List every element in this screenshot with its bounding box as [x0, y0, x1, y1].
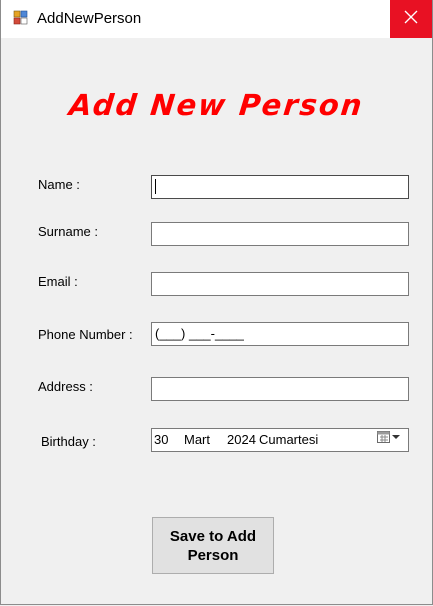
- address-label: Address :: [38, 379, 93, 394]
- address-input[interactable]: [151, 377, 409, 401]
- close-icon: [404, 10, 418, 29]
- date-weekday: Cumartesi: [259, 432, 319, 447]
- phone-masked-input[interactable]: (___) ___-____: [151, 322, 409, 346]
- save-to-add-person-button[interactable]: Save to Add Person: [152, 517, 274, 574]
- save-button-label-line2: Person: [187, 547, 239, 564]
- surname-input[interactable]: [151, 222, 409, 246]
- name-input[interactable]: [151, 175, 409, 199]
- add-new-person-window: AddNewPerson Add New Person Name : Surna…: [0, 0, 433, 605]
- calendar-dropdown-icon: [376, 429, 402, 451]
- date-month[interactable]: Mart: [184, 429, 210, 451]
- email-label: Email :: [38, 274, 78, 289]
- phone-label: Phone Number :: [38, 327, 133, 342]
- window-title: AddNewPerson: [37, 10, 142, 27]
- surname-label: Surname :: [38, 224, 98, 239]
- name-label: Name :: [38, 177, 80, 192]
- calendar-dropdown-button[interactable]: [372, 431, 406, 449]
- birthday-date-picker[interactable]: 30 Mart 2024 Cumartesi: [151, 428, 409, 452]
- save-button-label-line1: Save to Add: [169, 528, 257, 545]
- title-bar[interactable]: AddNewPerson: [1, 0, 432, 38]
- date-year[interactable]: 2024: [227, 429, 256, 451]
- app-form-icon: [13, 10, 29, 26]
- birthday-label: Birthday :: [41, 434, 96, 449]
- date-day[interactable]: 30: [154, 429, 168, 451]
- email-input[interactable]: [151, 272, 409, 296]
- form-heading: Add New Person: [67, 88, 366, 122]
- text-caret: [155, 179, 156, 194]
- close-button[interactable]: [390, 0, 432, 38]
